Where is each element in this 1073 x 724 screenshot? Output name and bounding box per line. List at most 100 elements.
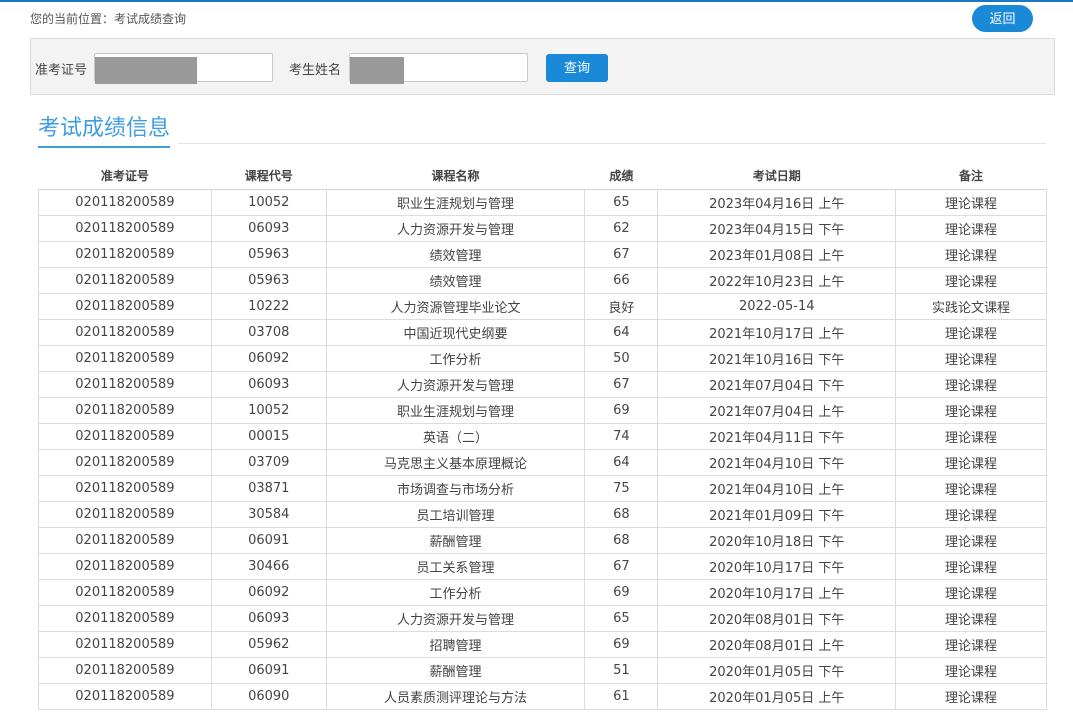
score-cell: 74: [584, 422, 659, 450]
table-header-row: 准考证号 课程代号 课程名称 成绩 考试日期 备注: [38, 162, 1047, 190]
exam-date-cell: 2021年07月04日 下午: [657, 370, 897, 398]
exam-date-cell: 2021年07月04日 上午: [657, 396, 897, 424]
exam-date-cell: 2021年01月09日 下午: [657, 500, 897, 528]
table-row: 020118200589 05963 绩效管理 67 2023年01月08日 上午 理论课…: [38, 240, 1047, 268]
remark-cell: 理论课程: [895, 448, 1047, 476]
table-row: 020118200589 06090 人员素质测评理论与方法 61 2020年01月05…: [38, 682, 1047, 710]
course-code-cell: 00015: [210, 422, 327, 450]
exam-date-cell: 2022-05-14: [657, 292, 897, 320]
course-code-cell: 06090: [210, 682, 327, 710]
top-accent-line: [0, 0, 1073, 2]
admission-number-cell: 020118200589: [38, 318, 212, 346]
course-code-cell: 06093: [210, 370, 327, 398]
course-code-cell: 03709: [210, 448, 327, 476]
table-row: 020118200589 00015 英语（二） 74 2021年04月11日 下午 理论…: [38, 422, 1047, 450]
table-row: 020118200589 03871 市场调查与市场分析 75 2021年04月10日 …: [38, 474, 1047, 502]
remark-cell: 理论课程: [895, 396, 1047, 424]
course-name-cell: 员工培训管理: [325, 500, 586, 528]
query-button[interactable]: 查询: [546, 54, 608, 82]
course-code-cell: 10222: [210, 292, 327, 320]
course-name-cell: 工作分析: [325, 344, 586, 372]
candidate-name-input[interactable]: [349, 53, 528, 84]
course-code-cell: 06093: [210, 214, 327, 242]
score-cell: 69: [584, 578, 659, 606]
table-row: 020118200589 06092 工作分析 69 2020年10月17日 上午 理论课…: [38, 578, 1047, 606]
exam-date-cell: 2020年10月17日 下午: [657, 552, 897, 580]
col-header-score: 成绩: [584, 162, 658, 190]
score-cell: 69: [584, 630, 659, 658]
candidate-name-label: 考生姓名: [289, 63, 342, 78]
score-cell: 65: [584, 188, 659, 216]
score-table: 准考证号 课程代号 课程名称 成绩 考试日期 备注 020118200589 10…: [38, 162, 1047, 710]
admission-number-cell: 020118200589: [38, 474, 212, 502]
course-code-cell: 05963: [210, 240, 327, 268]
admission-number-cell: 020118200589: [38, 448, 212, 476]
section-title: 考试成绩信息: [38, 110, 171, 148]
table-row: 020118200589 03709 马克思主义基本原理概论 64 2021年04月10…: [38, 448, 1047, 476]
table-row: 020118200589 05963 绩效管理 66 2022年10月23日 上午 理论课…: [38, 266, 1047, 294]
course-name-cell: 绩效管理: [325, 240, 586, 268]
table-row: 020118200589 06091 薪酬管理 51 2020年01月05日 下午 理论课…: [38, 656, 1047, 684]
course-name-cell: 职业生涯规划与管理: [325, 188, 586, 216]
score-cell: 50: [584, 344, 659, 372]
exam-date-cell: 2020年10月18日 下午: [657, 526, 897, 554]
course-code-cell: 30584: [210, 500, 327, 528]
remark-cell: 理论课程: [895, 578, 1047, 606]
col-header-course-name: 课程名称: [326, 162, 585, 190]
score-cell: 67: [584, 370, 659, 398]
score-cell: 68: [584, 526, 659, 554]
course-name-cell: 职业生涯规划与管理: [325, 396, 586, 424]
course-name-cell: 薪酬管理: [325, 656, 586, 684]
remark-cell: 理论课程: [895, 370, 1047, 398]
admission-number-cell: 020118200589: [38, 240, 212, 268]
score-cell: 67: [584, 240, 659, 268]
course-code-cell: 06092: [210, 344, 327, 372]
score-cell: 75: [584, 474, 659, 502]
course-name-cell: 工作分析: [325, 578, 586, 606]
course-code-cell: 05963: [210, 266, 327, 294]
score-cell: 51: [584, 656, 659, 684]
exam-date-cell: 2021年10月16日 下午: [657, 344, 897, 372]
remark-cell: 理论课程: [895, 344, 1047, 372]
admission-number-cell: 020118200589: [38, 500, 212, 528]
score-cell: 66: [584, 266, 659, 294]
course-name-cell: 中国近现代史纲要: [325, 318, 586, 346]
score-cell: 64: [584, 448, 659, 476]
course-name-cell: 人员素质测评理论与方法: [325, 682, 586, 710]
remark-cell: 实践论文课程: [895, 292, 1047, 320]
remark-cell: 理论课程: [895, 630, 1047, 658]
remark-cell: 理论课程: [895, 318, 1047, 346]
exam-date-cell: 2021年04月10日 下午: [657, 448, 897, 476]
remark-cell: 理论课程: [895, 526, 1047, 554]
admission-number-input[interactable]: [94, 53, 273, 84]
course-name-cell: 人力资源开发与管理: [325, 214, 586, 242]
score-cell: 68: [584, 500, 659, 528]
course-code-cell: 30466: [210, 552, 327, 580]
table-row: 020118200589 06093 人力资源开发与管理 65 2020年08月01日 …: [38, 604, 1047, 632]
back-button[interactable]: 返回: [972, 5, 1033, 32]
exam-date-cell: 2020年08月01日 上午: [657, 630, 897, 658]
exam-date-cell: 2020年08月01日 下午: [657, 604, 897, 632]
score-cell: 67: [584, 552, 659, 580]
col-header-exam-date: 考试日期: [657, 162, 896, 190]
admission-number-cell: 020118200589: [38, 188, 212, 216]
remark-cell: 理论课程: [895, 552, 1047, 580]
course-name-cell: 人力资源管理毕业论文: [325, 292, 586, 320]
course-code-cell: 03708: [210, 318, 327, 346]
score-cell: 69: [584, 396, 659, 424]
score-cell: 65: [584, 604, 659, 632]
exam-date-cell: 2020年01月05日 上午: [657, 682, 897, 710]
table-row: 020118200589 05962 招聘管理 69 2020年08月01日 上午 理论课…: [38, 630, 1047, 658]
table-row: 020118200589 06092 工作分析 50 2021年10月16日 下午 理论课…: [38, 344, 1047, 372]
admission-number-cell: 020118200589: [38, 214, 212, 242]
exam-date-cell: 2021年04月10日 上午: [657, 474, 897, 502]
admission-number-cell: 020118200589: [38, 370, 212, 398]
admission-number-cell: 020118200589: [38, 578, 212, 606]
col-header-admission-number: 准考证号: [38, 162, 212, 190]
table-row: 020118200589 30466 员工关系管理 67 2020年10月17日 下午理…: [38, 552, 1047, 580]
admission-number-cell: 020118200589: [38, 292, 212, 320]
admission-number-cell: 020118200589: [38, 656, 212, 684]
admission-number-cell: 020118200589: [38, 266, 212, 294]
remark-cell: 理论课程: [895, 474, 1047, 502]
remark-cell: 理论课程: [895, 682, 1047, 710]
